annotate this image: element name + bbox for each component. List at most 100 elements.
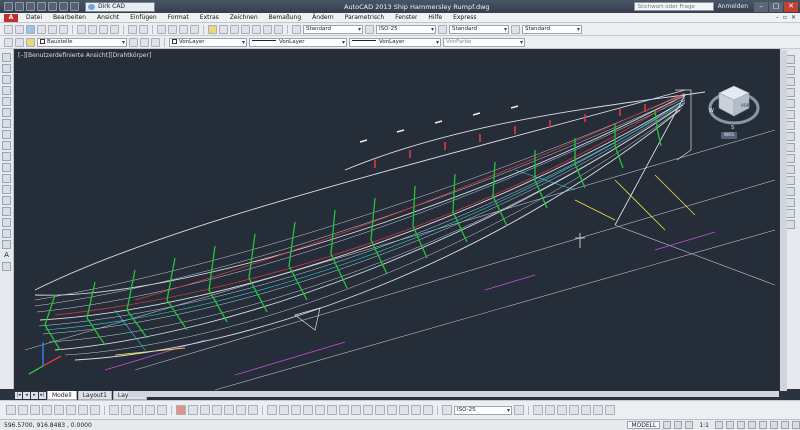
- image-icon[interactable]: [569, 405, 579, 415]
- help-icon[interactable]: [274, 24, 283, 34]
- help-search-input[interactable]: Stichwort oder Frage eingeben: [633, 2, 714, 18]
- inspection-icon[interactable]: [200, 405, 210, 415]
- menu-draw[interactable]: Zeichnen: [230, 14, 258, 21]
- arc-icon[interactable]: [2, 108, 11, 117]
- make-block-icon[interactable]: [2, 185, 11, 194]
- radius-icon[interactable]: [54, 405, 64, 415]
- multiline-text-icon[interactable]: A: [2, 251, 11, 260]
- angular-icon[interactable]: [90, 405, 100, 415]
- properties-icon[interactable]: [208, 24, 217, 34]
- table-icon[interactable]: [2, 240, 11, 249]
- menu-modify[interactable]: Ändern: [312, 14, 334, 21]
- gradient-icon[interactable]: [2, 218, 11, 227]
- publish-icon[interactable]: [59, 24, 68, 34]
- rotate-icon[interactable]: [786, 121, 795, 130]
- mirror-icon[interactable]: [786, 77, 795, 86]
- point-icon[interactable]: [2, 196, 11, 205]
- polar-icon[interactable]: [303, 405, 313, 415]
- menu-help[interactable]: Hilfe: [428, 14, 442, 21]
- dim-style-manager-icon[interactable]: [514, 405, 524, 415]
- table-style-dropdown[interactable]: Standard: [449, 24, 509, 34]
- menu-express[interactable]: Express: [453, 14, 476, 21]
- tolerance-icon[interactable]: [176, 405, 186, 415]
- save-icon[interactable]: [26, 2, 35, 11]
- menu-tools[interactable]: Extras: [200, 14, 219, 21]
- tab-prev-icon[interactable]: ◂: [23, 392, 30, 399]
- new-icon[interactable]: [4, 24, 13, 34]
- tab-model[interactable]: Modell: [47, 391, 77, 400]
- viewport-controls-label[interactable]: [–][Benutzerdefinierte Ansicht][Drahtkör…: [18, 52, 151, 59]
- diameter-icon[interactable]: [78, 405, 88, 415]
- free-orbit-icon[interactable]: [593, 405, 603, 415]
- dim-space-icon[interactable]: [145, 405, 155, 415]
- color-dropdown[interactable]: VonLayer: [169, 37, 247, 47]
- save-as-icon[interactable]: [37, 2, 46, 11]
- annotation-scale-icon[interactable]: [685, 421, 694, 429]
- add-selected-icon[interactable]: [2, 262, 11, 271]
- layer-state-icon[interactable]: [15, 37, 24, 47]
- rectangle-icon[interactable]: [2, 97, 11, 106]
- dim-text-edit-icon[interactable]: [236, 405, 246, 415]
- join-icon[interactable]: [786, 187, 795, 196]
- annotation-visibility-icon[interactable]: [715, 421, 723, 429]
- attribute-icon[interactable]: [545, 405, 555, 415]
- trim-icon[interactable]: [786, 154, 795, 163]
- dim-edit-icon[interactable]: [224, 405, 234, 415]
- undo-icon[interactable]: [128, 24, 137, 34]
- xref-icon[interactable]: [557, 405, 567, 415]
- layer-previous-icon[interactable]: [140, 37, 149, 47]
- tool-palettes-icon[interactable]: [230, 24, 239, 34]
- lock-icon[interactable]: [748, 421, 756, 429]
- print-icon[interactable]: [48, 2, 57, 11]
- grid-icon[interactable]: [279, 405, 289, 415]
- layer-iso-icon[interactable]: [151, 37, 160, 47]
- baseline-icon[interactable]: [121, 405, 131, 415]
- pan-icon[interactable]: [157, 24, 166, 34]
- tpy-icon[interactable]: [387, 405, 397, 415]
- region-icon[interactable]: [2, 229, 11, 238]
- insert-block-icon[interactable]: [2, 174, 11, 183]
- line-icon[interactable]: [2, 53, 11, 62]
- redo-icon[interactable]: [139, 24, 148, 34]
- chamfer-icon[interactable]: [786, 198, 795, 207]
- vertical-scrollbar[interactable]: [780, 50, 787, 391]
- calculator-icon[interactable]: [263, 24, 272, 34]
- maximize-button[interactable]: □: [769, 1, 783, 12]
- drawing-viewport[interactable]: [–][Benutzerdefinierte Ansicht][Drahtkör…: [15, 50, 779, 391]
- text-style-dropdown[interactable]: Standard: [303, 24, 363, 34]
- plot-preview-icon[interactable]: [48, 24, 57, 34]
- tab-last-icon[interactable]: ▸|: [39, 392, 46, 399]
- cursor-coordinates[interactable]: 596.5700, 916.8483 , 0.0000: [4, 422, 92, 429]
- mleader-style-dropdown[interactable]: Standard: [522, 24, 582, 34]
- dyn-icon[interactable]: [363, 405, 373, 415]
- menu-view[interactable]: Ansicht: [97, 14, 119, 21]
- tab-layout1[interactable]: Layout1: [77, 391, 112, 400]
- move-icon[interactable]: [786, 110, 795, 119]
- quick-view-layouts-icon[interactable]: [663, 421, 672, 429]
- ducs-icon[interactable]: [351, 405, 361, 415]
- jogged-linear-icon[interactable]: [212, 405, 222, 415]
- redo-icon[interactable]: [70, 2, 79, 11]
- annotation-scale[interactable]: 1:1: [696, 422, 712, 429]
- sign-in-button[interactable]: Anmelden: [718, 3, 748, 10]
- tab-next-icon[interactable]: ▸: [31, 392, 38, 399]
- menu-edit[interactable]: Bearbeiten: [53, 14, 86, 21]
- 3d-osnap-icon[interactable]: [327, 405, 337, 415]
- design-center-icon[interactable]: [219, 24, 228, 34]
- undo-icon[interactable]: [59, 2, 68, 11]
- sc-icon[interactable]: [411, 405, 421, 415]
- am-icon[interactable]: [423, 405, 433, 415]
- zoom-window-icon[interactable]: [179, 24, 188, 34]
- offset-icon[interactable]: [786, 88, 795, 97]
- application-menu-icon[interactable]: A: [4, 14, 18, 22]
- minimize-button[interactable]: –: [754, 1, 768, 12]
- dim-style-dropdown-bottom[interactable]: ISO-25: [454, 405, 512, 415]
- otrack-icon[interactable]: [339, 405, 349, 415]
- clean-screen-icon[interactable]: [792, 421, 800, 429]
- open-file-icon[interactable]: [15, 2, 24, 11]
- layer-dropdown[interactable]: Baustelle: [37, 37, 127, 47]
- jogged-icon[interactable]: [66, 405, 76, 415]
- save-icon[interactable]: [26, 24, 35, 34]
- match-properties-icon[interactable]: [110, 24, 119, 34]
- polygon-icon[interactable]: [2, 86, 11, 95]
